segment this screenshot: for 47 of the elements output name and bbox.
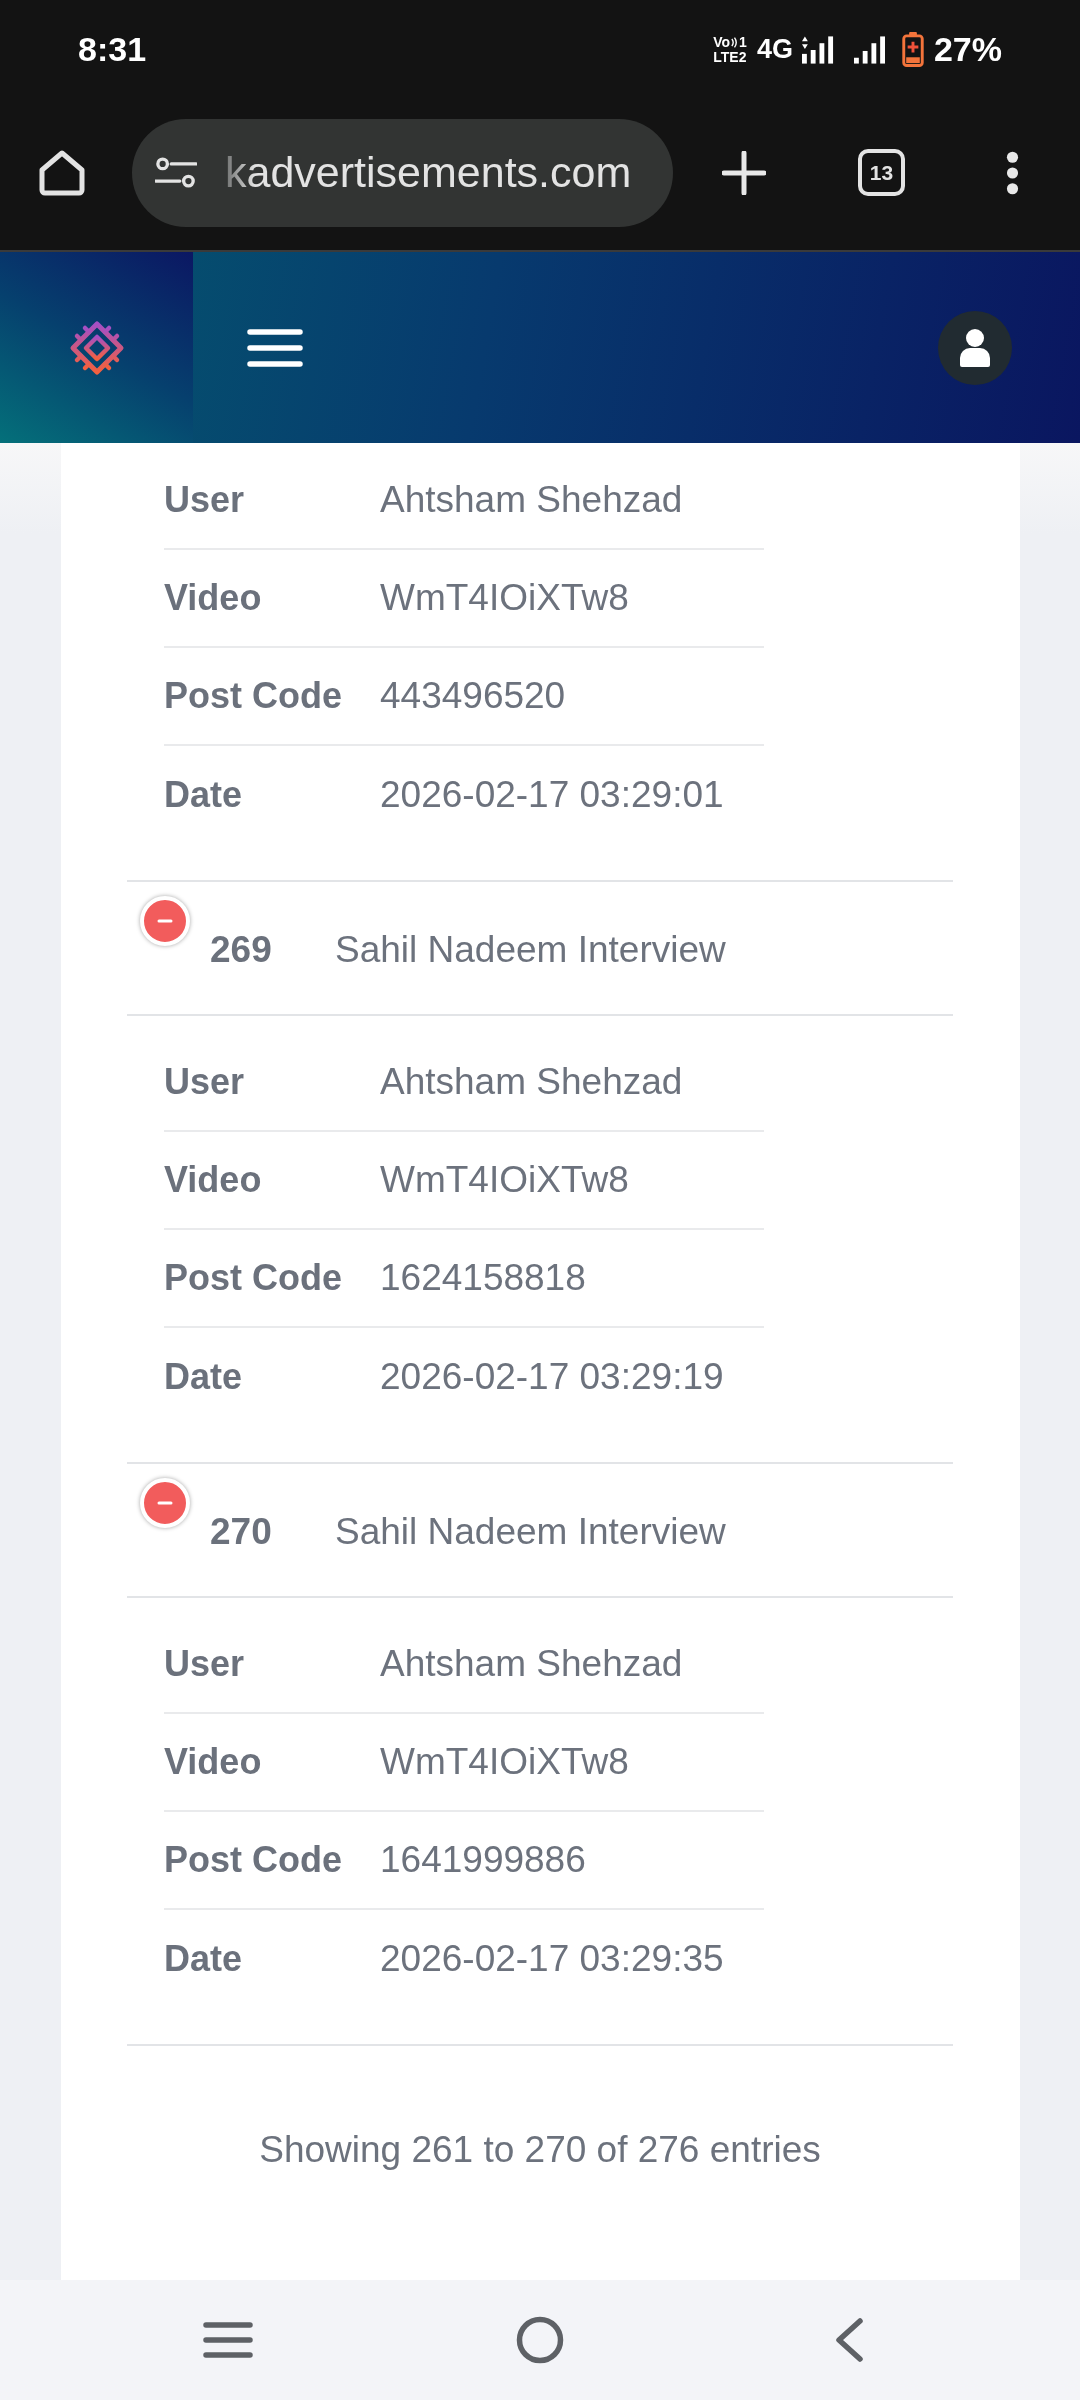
detail-value: 443496520 <box>380 675 566 717</box>
detail-label: Video <box>164 577 263 619</box>
detail-value: 1641999886 <box>380 1839 586 1881</box>
avatar-icon[interactable] <box>938 310 1012 385</box>
recent-apps-icon[interactable] <box>203 2321 253 2359</box>
row-title: Sahil Nadeem Interview <box>335 1510 726 1553</box>
call-wave-icon <box>731 36 739 48</box>
signal-icon <box>801 35 835 64</box>
detail-label: User <box>164 1061 246 1103</box>
address-bar[interactable]: kadvertisements.com <box>132 118 673 227</box>
detail-value: Ahtsham Shehzad <box>380 1061 683 1103</box>
battery-icon <box>901 32 924 67</box>
detail-label: Post Code <box>164 675 343 717</box>
entries-info: Showing 261 to 270 of 276 entries <box>259 2128 821 2172</box>
detail-label: Post Code <box>164 1257 343 1299</box>
row-number: 269 <box>210 928 273 971</box>
network-type: 4G <box>756 34 793 65</box>
detail-label: Video <box>164 1741 263 1783</box>
detail-label: Post Code <box>164 1839 343 1881</box>
status-time: 8:31 <box>78 30 147 69</box>
back-icon[interactable] <box>834 2317 864 2363</box>
site-settings-icon[interactable] <box>155 157 197 188</box>
detail-value: 2026-02-17 03:29:35 <box>380 1938 724 1980</box>
detail-value: WmT4IOiXTw8 <box>380 1159 629 1201</box>
volte-label: Vo <box>713 34 731 50</box>
detail-value: Ahtsham Shehzad <box>380 479 683 521</box>
detail-label: Date <box>164 774 244 816</box>
new-tab-icon[interactable] <box>722 150 766 195</box>
signal-icon <box>853 35 885 64</box>
menu-icon[interactable] <box>247 327 303 368</box>
sim-number: 1 <box>739 34 747 50</box>
row-number: 270 <box>210 1510 273 1553</box>
detail-label: Date <box>164 1356 244 1398</box>
detail-value: WmT4IOiXTw8 <box>380 1741 629 1783</box>
detail-value: WmT4IOiXTw8 <box>380 577 629 619</box>
detail-value: 2026-02-17 03:29:19 <box>380 1356 724 1398</box>
detail-label: Date <box>164 1938 244 1980</box>
volte-label: LTE2 <box>713 49 747 65</box>
detail-label: Video <box>164 1159 263 1201</box>
detail-value: 1624158818 <box>380 1257 586 1299</box>
tab-switcher-button[interactable]: 13 <box>858 149 905 196</box>
detail-label: User <box>164 1643 246 1685</box>
row-title: Sahil Nadeem Interview <box>335 928 726 971</box>
detail-value: 2026-02-17 03:29:01 <box>380 774 724 816</box>
detail-label: User <box>164 479 246 521</box>
detail-value: Ahtsham Shehzad <box>380 1643 683 1685</box>
battery-percent: 27% <box>933 30 1002 69</box>
